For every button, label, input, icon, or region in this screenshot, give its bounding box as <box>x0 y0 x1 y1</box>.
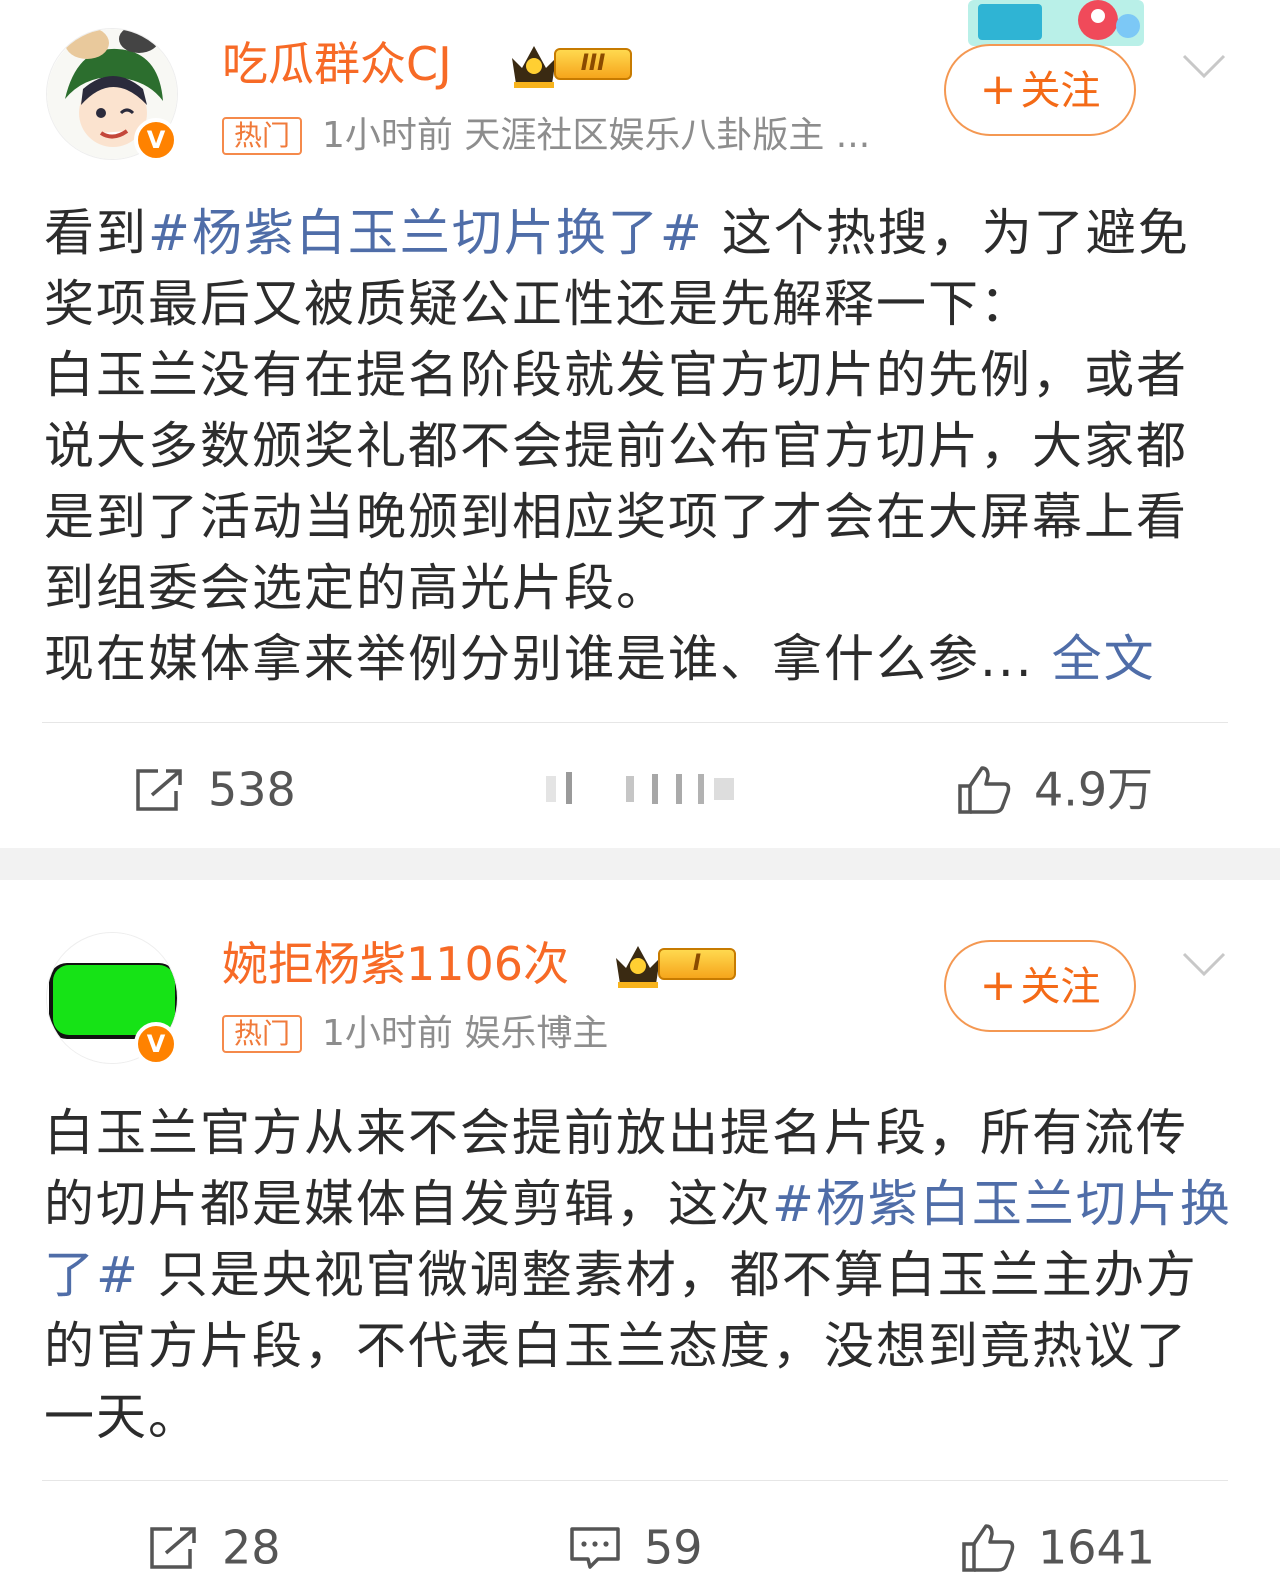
repost-button[interactable]: 538 <box>134 758 296 818</box>
full-text-link[interactable]: 全文 <box>1052 630 1156 688</box>
hashtag-link[interactable]: #杨紫白玉兰切片换了# <box>148 204 704 262</box>
follow-button[interactable]: + 关注 <box>944 44 1136 136</box>
post-meta: 热门 1小时前 娱乐博主 <box>222 1014 608 1054</box>
like-button[interactable]: 4.9万 <box>956 758 1153 818</box>
like-count: 1641 <box>1038 1520 1156 1575</box>
post-time-source: 1小时前 娱乐博主 <box>322 1013 609 1054</box>
promo-banner[interactable] <box>968 0 1144 46</box>
feed-separator <box>0 848 1280 880</box>
comment-icon <box>570 1526 620 1569</box>
share-icon <box>136 768 182 811</box>
follow-label: 关注 <box>1020 964 1101 1010</box>
share-icon <box>150 1526 196 1569</box>
comment-button-blurred[interactable] <box>526 770 740 806</box>
plus-icon: + <box>979 64 1017 115</box>
follow-label: 关注 <box>1020 68 1101 114</box>
repost-count: 538 <box>208 762 296 817</box>
plus-icon: + <box>979 960 1017 1011</box>
divider <box>42 722 1228 723</box>
level-badge-text: I <box>658 948 736 980</box>
weibo-post-2: V 婉拒杨紫1106次 I 热门 1小时前 娱乐博主 + 关注 白玉兰官方从来不会提… <box>0 880 1280 1584</box>
post-time-source: 1小时前 天涯社区娱乐八卦版主 ... <box>322 115 871 156</box>
avatar[interactable]: V <box>46 932 178 1066</box>
thumbs-up-icon <box>958 765 1011 814</box>
content-text-after: 这个热搜，为了避免奖项最后又被质疑公正性还是先解释一下： 白玉兰没有在提名阶段就… <box>44 204 1190 688</box>
crown-icon <box>512 46 556 88</box>
verified-badge-icon: V <box>134 1022 178 1066</box>
comment-button[interactable]: 59 <box>568 1516 703 1576</box>
username[interactable]: 吃瓜群众CJ <box>222 36 452 92</box>
content-text-before: 看到 <box>44 204 148 262</box>
chevron-down-icon[interactable] <box>1180 950 1228 978</box>
follow-button[interactable]: + 关注 <box>944 940 1136 1032</box>
verified-badge-icon: V <box>134 118 178 162</box>
hot-tag: 热门 <box>222 117 303 155</box>
hot-tag: 热门 <box>222 1015 303 1053</box>
level-crown-badge: I <box>612 940 740 990</box>
content-text-after: 只是央视官微调整素材，都不算白玉兰主办方的官方片段，不代表白玉兰态度，没想到竟热… <box>44 1246 1198 1446</box>
level-badge-text: III <box>554 48 632 80</box>
post-content: 看到#杨紫白玉兰切片换了# 这个热搜，为了避免奖项最后又被质疑公正性还是先解释一… <box>44 198 1234 695</box>
like-count: 4.9万 <box>1034 762 1154 817</box>
repost-button[interactable]: 28 <box>148 1516 281 1576</box>
divider <box>42 1480 1228 1481</box>
username[interactable]: 婉拒杨紫1106次 <box>222 936 569 992</box>
avatar[interactable]: V <box>46 28 178 162</box>
like-button[interactable]: 1641 <box>960 1516 1155 1576</box>
post-content: 白玉兰官方从来不会提前放出提名片段，所有流传的切片都是媒体自发剪辑，这次#杨紫白… <box>44 1098 1234 1453</box>
chevron-down-icon[interactable] <box>1180 52 1228 80</box>
thumbs-up-icon <box>962 1523 1015 1572</box>
post-meta: 热门 1小时前 天涯社区娱乐八卦版主 ... <box>222 116 870 156</box>
weibo-post-1: V 吃瓜群众CJ III 热门 1小时前 天涯社区娱乐八卦版主 ... + 关注 看… <box>0 0 1280 848</box>
comment-count: 59 <box>644 1520 703 1575</box>
level-crown-badge: III <box>508 40 636 90</box>
crown-icon <box>616 946 660 988</box>
repost-count: 28 <box>222 1520 281 1575</box>
